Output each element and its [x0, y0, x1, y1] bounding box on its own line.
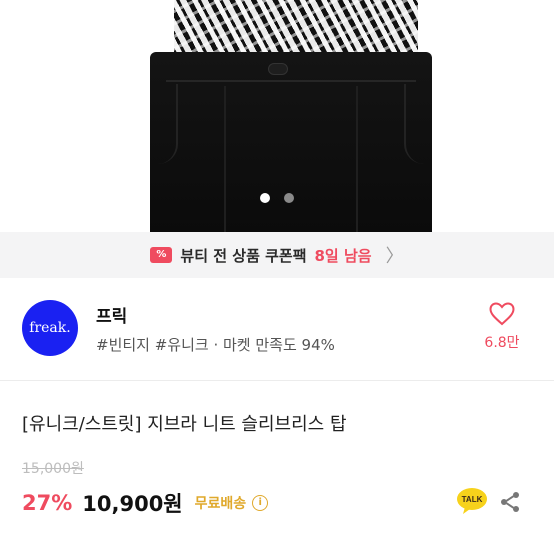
coupon-banner[interactable]: % 뷰티 전 상품 쿠폰팩 8일 남음 〉: [0, 232, 554, 278]
free-shipping-label: 무료배송: [194, 496, 247, 512]
pants-pocket-left: [158, 84, 178, 164]
pants-waistband: [166, 52, 416, 82]
chevron-right-icon: 〉: [385, 246, 404, 267]
pants-pocket-right: [404, 84, 424, 164]
pants-crease-right: [356, 86, 358, 232]
discount-rate: 27%: [22, 491, 73, 515]
shop-name[interactable]: 프릭: [96, 302, 127, 327]
like-button[interactable]: 6.8만: [472, 302, 532, 352]
sale-price: 10,900원: [82, 492, 183, 516]
kakao-talk-icon[interactable]: TALK: [456, 487, 488, 515]
carousel-indicator: [0, 193, 554, 203]
pants-crease-left: [224, 86, 226, 232]
section-divider: [0, 380, 554, 381]
coupon-icon: %: [150, 247, 173, 263]
black-pants-image: [150, 52, 432, 232]
coupon-days-left: 8일 남음: [314, 246, 372, 265]
like-count: 6.8만: [484, 335, 520, 351]
shop-tags: #빈티지 #유니크 · 마켓 만족도 94%: [96, 336, 335, 354]
product-image-carousel[interactable]: [0, 0, 554, 232]
pants-button: [268, 63, 288, 75]
heart-icon: [489, 302, 515, 326]
carousel-dot-2[interactable]: [284, 193, 294, 203]
price-line: 27% 10,900원 무료배송 i: [22, 488, 269, 518]
shop-logo[interactable]: freak.: [22, 300, 78, 356]
carousel-dot-1[interactable]: [260, 193, 270, 203]
coupon-text: 뷰티 전 상품 쿠폰팩: [180, 246, 307, 265]
zebra-knit-top-image: [174, 0, 418, 58]
share-icon[interactable]: [498, 490, 522, 514]
talk-label: TALK: [462, 495, 483, 504]
shop-info: freak. 프릭 #빈티지 #유니크 · 마켓 만족도 94% 6.8만: [0, 278, 554, 378]
info-icon[interactable]: i: [252, 495, 269, 511]
product-title: [유니크/스트릿] 지브라 니트 슬리브리스 탑: [22, 414, 347, 435]
shop-logo-text: freak.: [29, 320, 71, 336]
original-price: 15,000원: [22, 461, 84, 477]
